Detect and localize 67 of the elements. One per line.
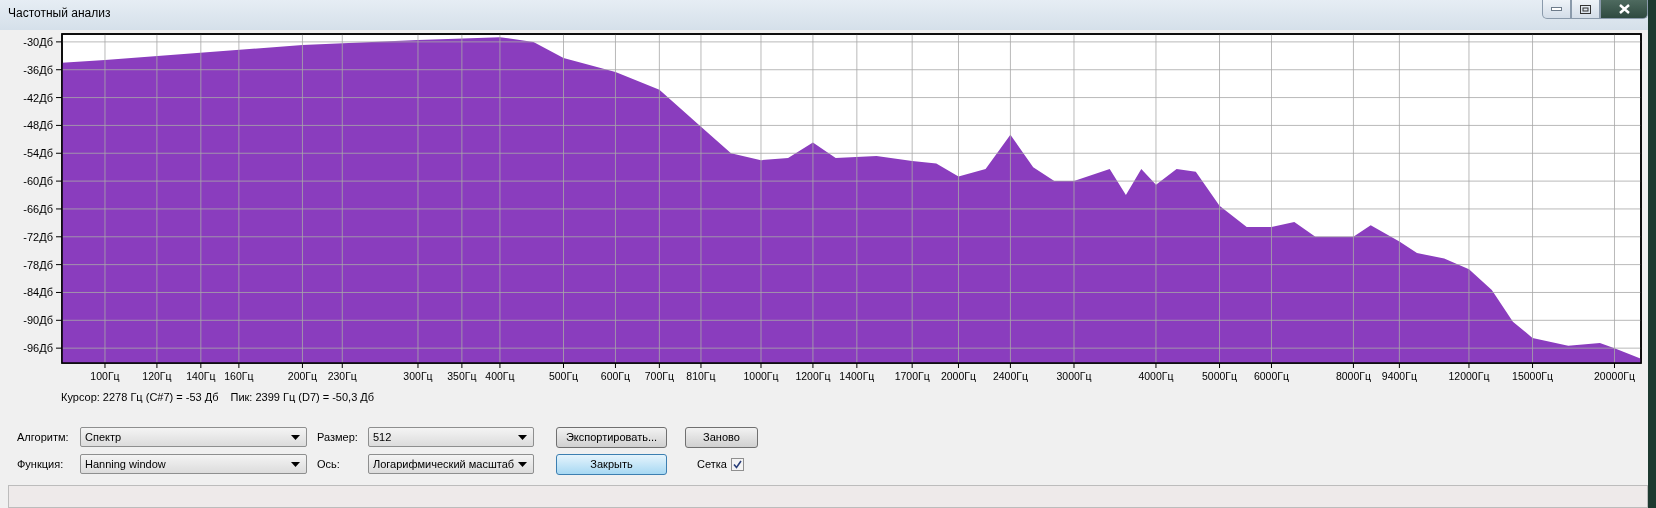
y-axis-label: -78Дб [23, 258, 53, 271]
x-axis-label: 4000Гц [1138, 369, 1174, 382]
dropdown-arrow-icon [518, 434, 527, 440]
field-label: Функция: [17, 458, 65, 471]
x-axis-label: 20000Гц [1594, 369, 1635, 382]
minimize-icon [1551, 7, 1562, 11]
y-axis-label: -42Дб [23, 91, 53, 104]
x-axis-label: 400Гц [485, 369, 515, 382]
dropdown[interactable]: Hanning window [80, 454, 307, 475]
maximize-icon [1580, 4, 1591, 14]
y-axis-label: -90Дб [23, 314, 53, 327]
x-axis-label: 12000Гц [1448, 369, 1490, 382]
dropdown-arrow-icon [518, 461, 527, 467]
x-axis-label: 1400Гц [839, 369, 875, 382]
y-axis-label: -96Дб [23, 341, 53, 354]
y-axis-label: -48Дб [23, 119, 53, 132]
x-axis-label: 6000Гц [1253, 369, 1289, 382]
x-axis-label: 1000Гц [743, 369, 779, 382]
y-axis-label: -36Дб [23, 63, 53, 76]
close-icon [1618, 4, 1630, 14]
x-axis-label: 230Гц [327, 369, 357, 382]
window-title: Частотный анализ [7, 5, 111, 20]
x-axis-label: 200Гц [287, 369, 318, 382]
y-axis-label: -84Дб [23, 286, 53, 299]
x-axis-label: 15000Гц [1512, 369, 1553, 382]
dropdown[interactable]: 512 [368, 427, 534, 448]
dropdown-arrow-icon [291, 434, 300, 440]
peak-readout: Пик: 2399 Гц (D7) = -50,3 Дб [230, 391, 375, 406]
x-axis-label: 3000Гц [1056, 369, 1092, 382]
y-axis-label: -66Дб [23, 202, 53, 215]
x-axis-label: 2000Гц [940, 369, 976, 382]
x-axis-label: 600Гц [600, 369, 631, 382]
x-axis-label: 1200Гц [795, 369, 831, 382]
cursor-readout: Курсор: 2278 Гц (C#7) = -53 Дб [61, 391, 219, 406]
field-label: Размер: [317, 431, 359, 444]
x-axis-label: 100Гц [90, 369, 120, 382]
x-axis-label: 120Гц [142, 369, 172, 382]
dialog-button[interactable]: Экспортировать... [556, 426, 667, 448]
dropdown-arrow-icon [291, 461, 300, 467]
dialog-button[interactable]: Заново [685, 426, 758, 448]
dropdown[interactable]: Спектр [80, 427, 307, 448]
x-axis-label: 810Гц [686, 369, 716, 382]
close-button[interactable] [1600, 0, 1648, 19]
y-axis-label: -54Дб [23, 147, 53, 160]
y-axis-label: -30Дб [23, 35, 53, 48]
dialog-button[interactable]: Закрыть [556, 453, 667, 475]
x-axis-label: 1700Гц [894, 369, 930, 382]
checkbox-label: Сетка [697, 458, 727, 471]
x-axis-label: 160Гц [224, 369, 254, 382]
x-axis-label: 9400Гц [1381, 369, 1417, 382]
x-axis-label: 2400Гц [992, 369, 1028, 382]
minimize-button[interactable] [1542, 0, 1571, 19]
x-axis-label: 300Гц [403, 369, 433, 382]
y-axis-label: -72Дб [23, 230, 53, 243]
x-axis-label: 700Гц [644, 369, 674, 382]
x-axis-label: 500Гц [548, 369, 579, 382]
x-axis-label: 8000Гц [1335, 369, 1371, 382]
dropdown[interactable]: Логарифмический масштаб [368, 454, 534, 475]
y-axis-label: -60Дб [23, 174, 53, 187]
grid-checkbox[interactable] [730, 457, 744, 471]
x-axis-label: 140Гц [186, 369, 216, 382]
field-label: Ось: [317, 458, 341, 471]
x-axis-label: 350Гц [447, 369, 477, 382]
field-label: Алгоритм: [17, 431, 70, 444]
maximize-button[interactable] [1571, 0, 1600, 19]
checkmark-icon [732, 459, 742, 469]
x-axis-label: 5000Гц [1202, 369, 1238, 382]
